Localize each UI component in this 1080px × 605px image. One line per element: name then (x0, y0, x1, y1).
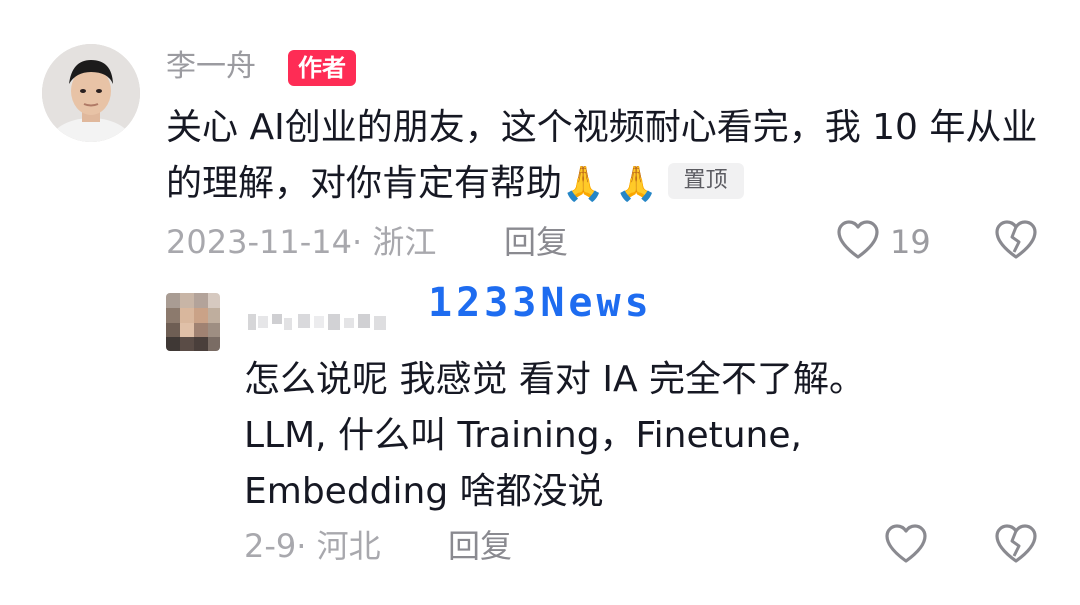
like-count: 19 (890, 223, 931, 261)
author-avatar[interactable] (42, 44, 140, 142)
reply-like-button[interactable] (884, 523, 928, 567)
author-badge: 作者 (288, 50, 356, 86)
reply-text: 怎么说呢 我感觉 看对 IA 完全不了解。 LLM, 什么叫 Training，… (244, 352, 1024, 520)
reply-username-blurred[interactable] (244, 306, 394, 336)
broken-heart-icon (995, 220, 1037, 259)
pinned-badge: 置顶 (667, 163, 744, 199)
reply-text-line: 怎么说呢 我感觉 看对 IA 完全不了解。 (244, 359, 866, 400)
reply-user-avatar[interactable] (166, 293, 220, 351)
heart-icon (885, 524, 927, 563)
heart-icon (837, 220, 879, 259)
author-name[interactable]: 李一舟 (166, 44, 256, 90)
reply-text-line: LLM, 什么叫 Training，Finetune, (244, 415, 802, 456)
dislike-button[interactable] (994, 219, 1038, 263)
comment-text: 关心 AI创业的朋友，这个视频耐心看完，我 10 年从业的理解，对你肯定有帮助🙏… (166, 100, 1046, 212)
blurred-name-image (248, 314, 386, 330)
pixelated-avatar-image (166, 293, 220, 351)
watermark-text: 1233News (428, 280, 653, 326)
avatar-image (42, 44, 140, 142)
reply-text-line: Embedding 啥都没说 (244, 471, 604, 512)
broken-heart-icon (995, 524, 1037, 563)
comment-meta: 2023-11-14· 浙江 (166, 223, 437, 261)
reply-reply-button[interactable]: 回复 (448, 522, 512, 570)
pray-emoji: 🙏 🙏 (562, 164, 658, 204)
reply-button[interactable]: 回复 (504, 218, 568, 266)
like-button[interactable] (836, 219, 880, 263)
reply-dislike-button[interactable] (994, 523, 1038, 567)
reply-meta: 2-9· 河北 (244, 527, 381, 565)
